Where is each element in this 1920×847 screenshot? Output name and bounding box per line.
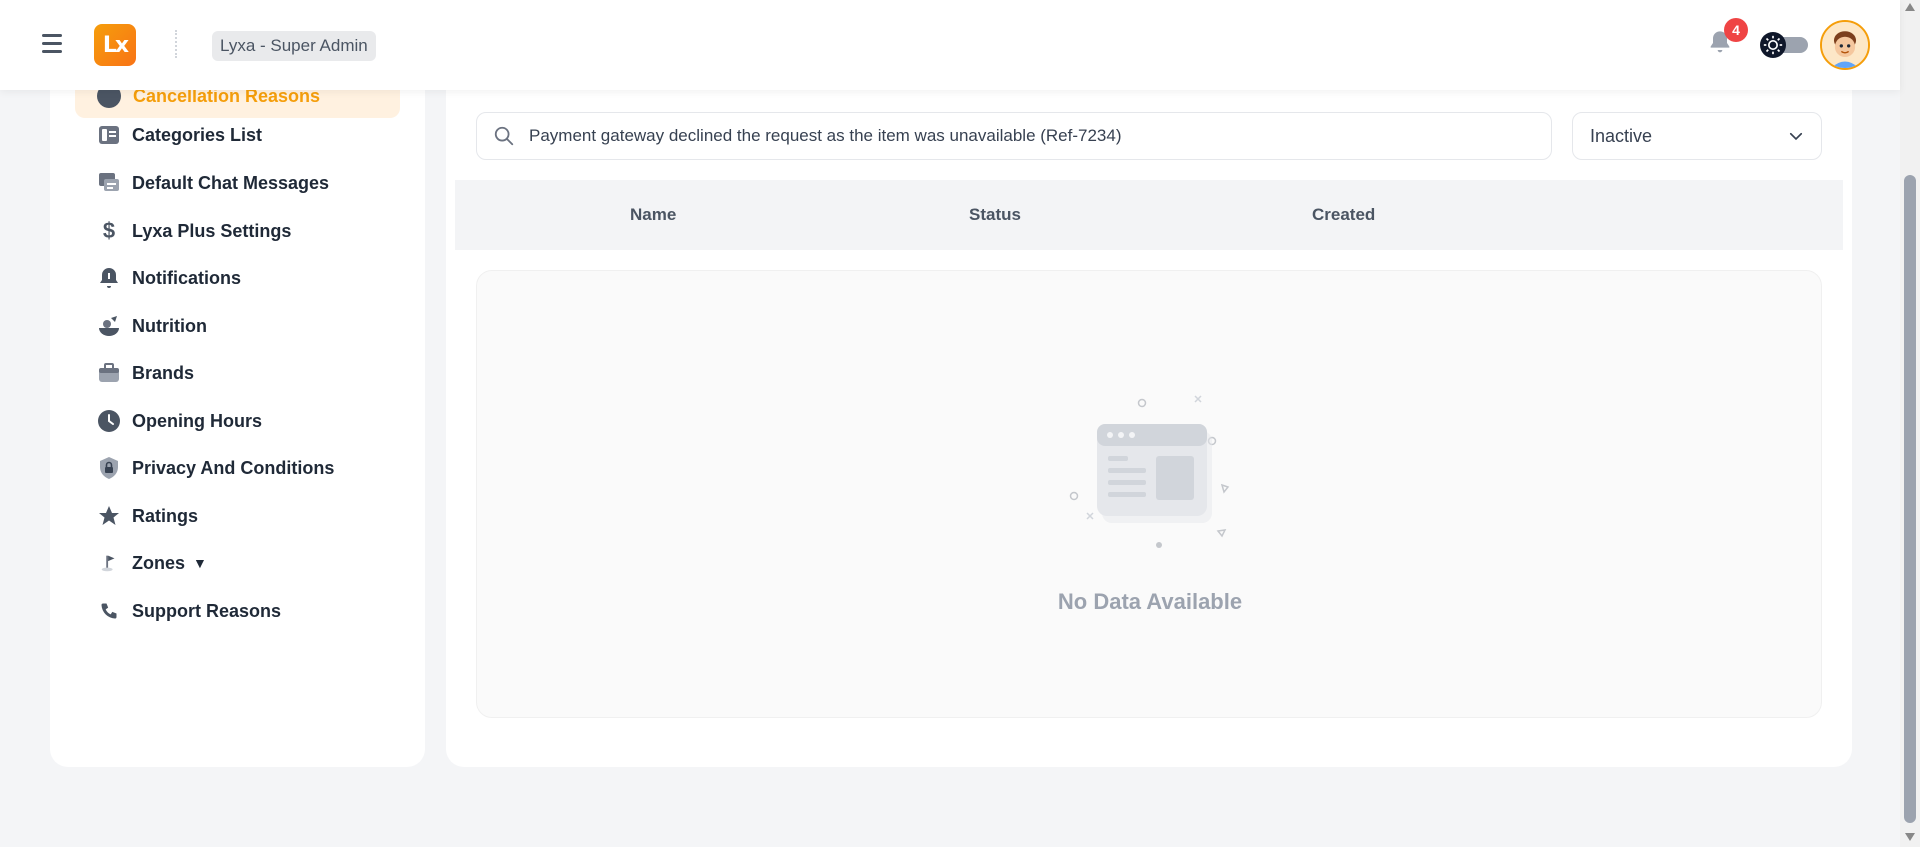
nutrition-icon xyxy=(96,313,122,339)
chevron-down-icon xyxy=(1787,127,1805,145)
status-filter-value: Inactive xyxy=(1590,125,1653,146)
star-icon xyxy=(96,503,122,529)
categories-icon xyxy=(96,122,122,148)
app-logo[interactable]: Lx xyxy=(94,24,136,66)
column-header-created[interactable]: Created xyxy=(1312,205,1375,225)
chat-icon xyxy=(96,170,122,196)
sidebar-item-ratings[interactable]: Ratings xyxy=(96,498,198,534)
notification-count-badge: 4 xyxy=(1724,18,1748,42)
sidebar-item-label: Zones xyxy=(132,552,186,573)
header-divider xyxy=(175,30,177,58)
sidebar-item-lyxa-plus-settings[interactable]: $ Lyxa Plus Settings xyxy=(96,213,292,249)
sidebar-item-categories-list[interactable]: Categories List xyxy=(96,117,262,153)
sidebar-item-label: Support Reasons xyxy=(132,600,282,621)
search-input[interactable] xyxy=(529,126,1529,146)
status-filter-select[interactable]: Inactive xyxy=(1572,112,1822,160)
role-badge: Lyxa - Super Admin xyxy=(212,31,376,61)
sidebar-item-default-chat-messages[interactable]: Default Chat Messages xyxy=(96,165,329,201)
page-scrollbar[interactable] xyxy=(1900,0,1920,847)
sidebar-item-label: Opening Hours xyxy=(132,410,262,431)
lock-icon xyxy=(96,455,122,481)
empty-state-message: No Data Available xyxy=(1057,589,1243,614)
column-header-name[interactable]: Name xyxy=(630,205,676,225)
user-avatar[interactable] xyxy=(1820,20,1870,70)
empty-state: No Data Available xyxy=(476,270,1822,718)
sidebar-item-privacy-and-conditions[interactable]: Privacy And Conditions xyxy=(96,450,334,486)
sidebar-item-label: Categories List xyxy=(132,124,263,145)
briefcase-icon xyxy=(96,360,122,386)
empty-state-illustration xyxy=(1067,391,1237,551)
search-icon xyxy=(493,125,515,147)
sidebar-item-nutrition[interactable]: Nutrition xyxy=(96,308,207,344)
sidebar-item-label: Default Chat Messages xyxy=(132,172,330,193)
sidebar-item-label: Lyxa Plus Settings xyxy=(132,220,292,241)
phone-icon xyxy=(96,598,122,624)
main-panel: Inactive Name Status Created xyxy=(446,62,1852,767)
sidebar: Cancellation Reasons Categories List Def… xyxy=(50,62,425,767)
sidebar-item-opening-hours[interactable]: Opening Hours xyxy=(96,403,262,439)
top-header: Lx Lyxa - Super Admin 4 xyxy=(0,0,1900,90)
menu-icon[interactable] xyxy=(42,34,68,56)
scroll-up-icon[interactable] xyxy=(1905,3,1915,11)
theme-toggle[interactable] xyxy=(1760,32,1808,58)
table-header: Name Status Created xyxy=(455,180,1843,250)
clock-icon xyxy=(96,408,122,434)
dollar-icon: $ xyxy=(102,218,116,243)
column-header-status[interactable]: Status xyxy=(969,205,1021,225)
sidebar-item-brands[interactable]: Brands xyxy=(96,355,194,391)
chevron-down-icon[interactable]: ▼ xyxy=(193,555,207,571)
sidebar-item-label: Brands xyxy=(132,362,195,383)
sidebar-item-label: Notifications xyxy=(132,267,242,288)
sidebar-item-support-reasons[interactable]: Support Reasons xyxy=(96,593,281,629)
scroll-down-icon[interactable] xyxy=(1905,833,1915,841)
sidebar-item-notifications[interactable]: Notifications xyxy=(96,260,241,296)
search-bar[interactable] xyxy=(476,112,1552,160)
sidebar-item-label: Nutrition xyxy=(132,315,207,336)
sun-icon xyxy=(1760,32,1786,58)
sidebar-item-label: Ratings xyxy=(132,505,199,526)
flag-icon xyxy=(96,550,122,576)
bell-icon xyxy=(96,265,122,291)
sidebar-item-label: Privacy And Conditions xyxy=(132,457,335,478)
sidebar-item-zones[interactable]: Zones ▼ xyxy=(96,545,207,581)
scrollbar-thumb[interactable] xyxy=(1904,175,1916,823)
